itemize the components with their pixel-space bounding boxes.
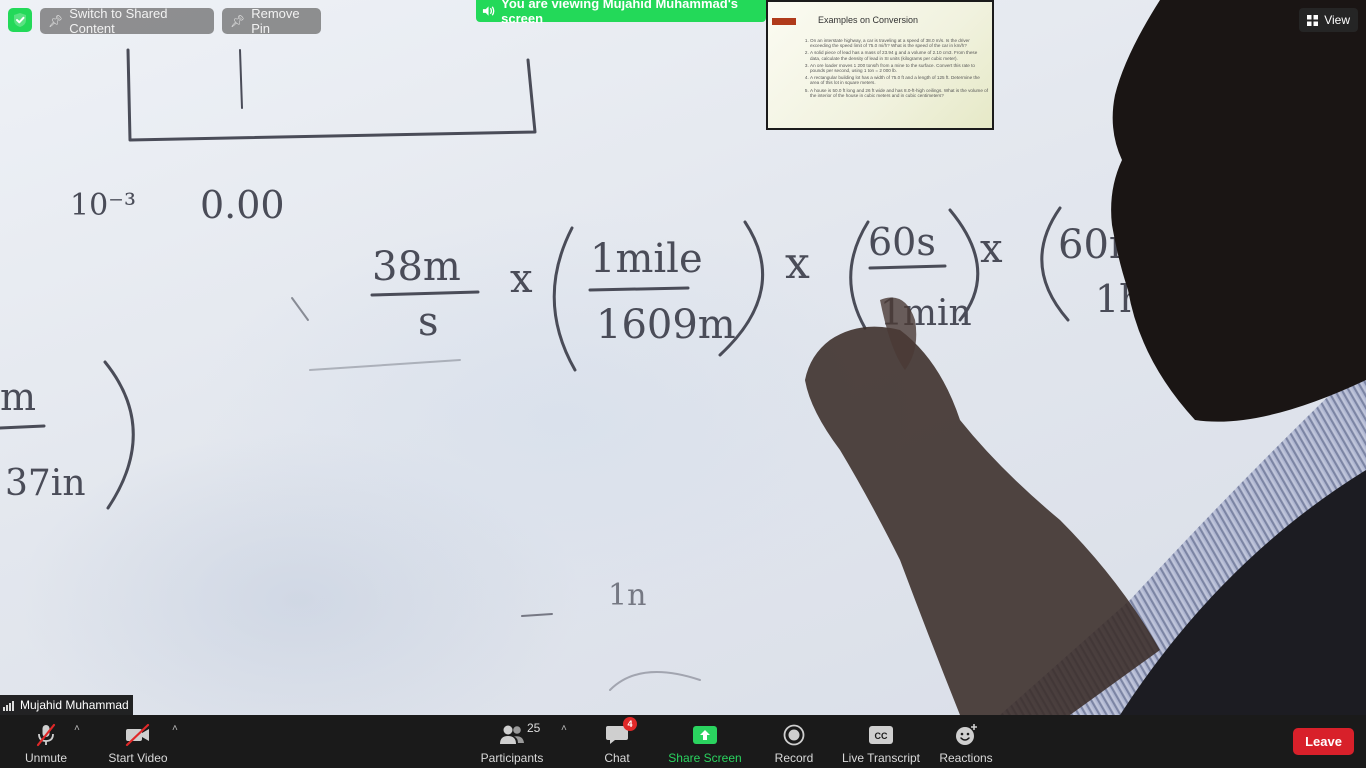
slide-item: On an interstate highway, a car is trave… — [810, 38, 988, 48]
participant-name: Mujahid Muhammad — [20, 698, 129, 712]
slide-item: A house is 50.0 ft long and 26 ft wide a… — [810, 88, 988, 98]
participants-label: Participants — [480, 751, 544, 765]
video-off-icon — [124, 723, 152, 747]
share-screen-label: Share Screen — [668, 751, 742, 765]
video-options-caret[interactable]: ˄ — [172, 723, 178, 734]
slide-item: A solid piece of lead has a mass of 23.9… — [810, 50, 988, 60]
unmute-button[interactable]: Unmute — [18, 719, 74, 765]
record-icon — [783, 723, 805, 747]
slide-accent-tag — [772, 18, 796, 25]
slide-list: On an interstate highway, a car is trave… — [804, 38, 988, 100]
viewing-screen-banner[interactable]: You are viewing Mujahid Muhammad's scree… — [476, 0, 766, 26]
video-feed: 10⁻³ 0.00 38m s x 1mile 1609m x 60s 1min… — [0, 0, 1366, 715]
reactions-button[interactable]: Reactions — [938, 719, 994, 765]
signal-icon — [3, 700, 14, 711]
live-transcript-label: Live Transcript — [841, 751, 921, 765]
pin-icon: 📌︎ — [230, 14, 246, 28]
reactions-label: Reactions — [939, 751, 993, 765]
slide-title: Examples on Conversion — [818, 15, 919, 25]
pin-icon: 📌︎ — [48, 14, 64, 28]
chat-badge: 4 — [623, 717, 637, 731]
closed-caption-icon: CC — [869, 723, 893, 747]
presenter — [805, 0, 1366, 715]
unmute-label: Unmute — [24, 751, 68, 765]
chat-button[interactable]: 4 Chat — [598, 717, 637, 765]
participants-icon: 25 — [499, 721, 540, 747]
speaker-icon — [482, 6, 495, 16]
share-screen-icon — [692, 723, 718, 747]
participants-count: 25 — [527, 721, 541, 735]
cc-text: CC — [875, 731, 888, 741]
security-shield-icon[interactable] — [8, 8, 32, 32]
muted-microphone-icon — [34, 723, 58, 747]
chat-icon: 4 — [605, 717, 637, 747]
participants-button[interactable]: 25 Participants — [478, 719, 546, 765]
shared-screen-thumbnail[interactable]: Examples on Conversion On an interstate … — [766, 0, 994, 130]
switch-label: Switch to Shared Content — [69, 6, 168, 36]
participants-options-caret[interactable]: ˄ — [561, 723, 567, 734]
view-button[interactable]: View — [1299, 8, 1358, 32]
share-screen-button[interactable]: Share Screen — [668, 719, 742, 765]
record-button[interactable]: Record — [772, 719, 816, 765]
grid-icon — [1307, 14, 1319, 26]
meeting-toolbar: Unmute ˄ Start Video ˄ 25 Participants ˄ — [0, 715, 1366, 768]
record-label: Record — [774, 751, 814, 765]
slide-item: An ore loader moves 1 200 tons/h from a … — [810, 63, 988, 73]
chat-label: Chat — [604, 751, 630, 765]
start-video-button[interactable]: Start Video — [106, 719, 170, 765]
slide-preview: Examples on Conversion On an interstate … — [768, 2, 992, 128]
live-transcript-button[interactable]: CC Live Transcript — [840, 719, 922, 765]
remove-pin-label: Remove Pin — [251, 6, 300, 36]
slide-item: A rectangular building lot has a width o… — [810, 75, 988, 85]
switch-to-shared-content-button[interactable]: 📌︎ Switch to Shared Content — [40, 6, 214, 36]
remove-pin-button[interactable]: 📌︎ Remove Pin — [222, 6, 321, 36]
audio-options-caret[interactable]: ˄ — [74, 723, 80, 734]
participant-name-label: Mujahid Muhammad — [0, 695, 133, 715]
start-video-label: Start Video — [108, 751, 168, 765]
leave-button[interactable]: Leave — [1293, 728, 1354, 755]
reactions-smiley-icon — [954, 723, 978, 747]
banner-text: You are viewing Mujahid Muhammad's scree… — [501, 0, 739, 26]
view-label: View — [1324, 13, 1350, 27]
